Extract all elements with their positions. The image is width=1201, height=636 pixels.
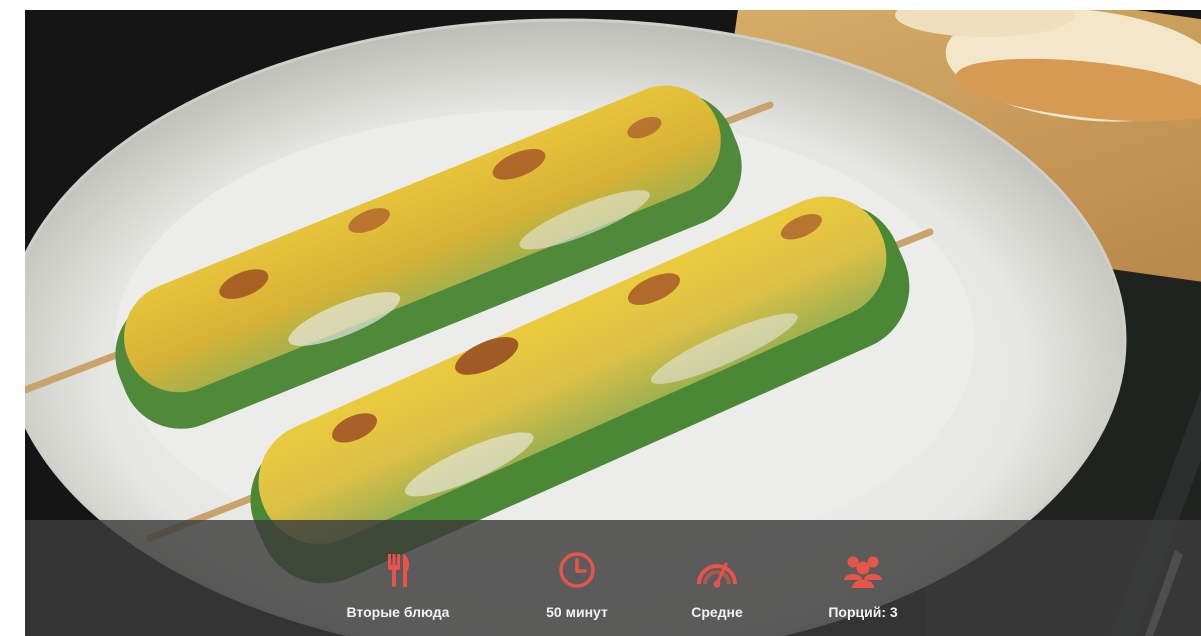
category-meta[interactable]: Вторые блюда: [308, 550, 488, 620]
recipe-meta-bar: Вторые блюда 50 минут Средне Порций: 3: [25, 520, 1201, 636]
time-label: 50 минут: [546, 604, 608, 620]
recipe-hero: Вторые блюда 50 минут Средне Порций: 3: [25, 10, 1201, 636]
category-label: Вторые блюда: [346, 604, 450, 620]
difficulty-label: Средне: [691, 604, 743, 620]
people-icon: [844, 556, 882, 588]
speedometer-icon: [697, 562, 737, 588]
clock-icon: [559, 552, 595, 588]
cutlery-icon: [388, 554, 409, 587]
servings-meta[interactable]: Порций: 3: [773, 550, 953, 620]
servings-label: Порций: 3: [828, 604, 898, 620]
